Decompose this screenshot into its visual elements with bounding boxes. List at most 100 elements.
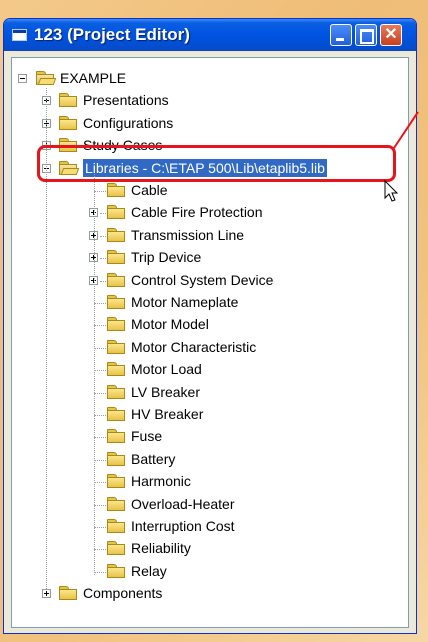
folder-body: [107, 566, 125, 578]
tree-node-label[interactable]: Motor Model: [131, 315, 209, 333]
close-button[interactable]: ✕: [380, 24, 402, 46]
tree-connector: [100, 213, 106, 215]
title-bar[interactable]: 123 (Project Editor) ✕: [4, 19, 416, 51]
tree-connector: [94, 482, 106, 484]
tree-node-label[interactable]: Battery: [131, 450, 175, 468]
folder-body: [107, 186, 125, 197]
folder-body: [107, 320, 125, 332]
tree-node[interactable]: [12, 180, 408, 200]
folder-icon: [59, 586, 78, 601]
folder-icon: [107, 384, 126, 400]
tree-node-label[interactable]: Reliability: [131, 539, 191, 557]
folder-body: [107, 544, 125, 556]
tree-node-label[interactable]: Presentations: [83, 91, 169, 109]
tree-node-label[interactable]: LV Breaker: [131, 383, 200, 401]
folder-body: [59, 96, 77, 108]
highlight-callout-box: [37, 145, 396, 182]
tree-connector: [94, 392, 106, 394]
mouse-cursor-icon: [384, 180, 399, 202]
folder-body: [107, 365, 125, 377]
folder-body: [59, 118, 77, 130]
folder-icon: [107, 563, 126, 579]
tree-node-label[interactable]: Overload-Heater: [131, 495, 235, 513]
tree-node-label[interactable]: Cable: [131, 181, 168, 199]
project-tree[interactable]: EXAMPLE Presentations Configurations Study …: [11, 57, 409, 628]
tree-node-label[interactable]: EXAMPLE: [60, 69, 126, 87]
tree-node-label[interactable]: Motor Nameplate: [131, 293, 238, 311]
tree-node-label[interactable]: Control System Device: [131, 271, 273, 289]
open-folder-icon: [36, 71, 57, 86]
folder-body: [107, 230, 125, 242]
folder-body: [107, 454, 125, 466]
folder-icon: [107, 183, 126, 198]
tree-node[interactable]: [12, 561, 408, 581]
tree-node-label[interactable]: Relay: [131, 562, 167, 580]
folder-body: [107, 522, 125, 533]
tree-node[interactable]: [12, 471, 408, 491]
tree-node-label[interactable]: Configurations: [83, 114, 173, 132]
folder-body: [107, 275, 125, 287]
tree-connector: [94, 549, 106, 551]
folder-icon: [107, 362, 126, 377]
tree-connector: [94, 325, 106, 327]
tree-node-label[interactable]: Motor Characteristic: [131, 338, 256, 356]
folder-body: [107, 387, 125, 399]
tree-node[interactable]: [12, 449, 408, 469]
callout-pointer: [393, 111, 419, 149]
tree-connector: [100, 280, 106, 282]
window-icon: [12, 29, 27, 41]
tree-node-label[interactable]: Components: [83, 584, 162, 602]
folder-body: [107, 432, 125, 444]
tree-node-label[interactable]: Harmonic: [131, 472, 191, 490]
tree-connector: [94, 303, 106, 304]
tree-node[interactable]: [12, 426, 408, 446]
tree-connector: [94, 174, 95, 576]
close-icon: ✕: [384, 26, 398, 43]
maximize-button[interactable]: [355, 24, 377, 46]
window-title: 123 (Project Editor): [34, 25, 190, 44]
folder-icon: [59, 115, 78, 131]
tree-connector: [94, 437, 106, 439]
tree-node-label[interactable]: Motor Load: [131, 360, 202, 378]
folder-icon: [107, 295, 126, 310]
tree-node[interactable]: [12, 359, 408, 379]
folder-icon: [107, 250, 126, 265]
folder-body: [107, 499, 125, 511]
tree-node-label[interactable]: HV Breaker: [131, 405, 203, 423]
tree-connector: [100, 235, 106, 237]
folder-icon: [107, 205, 126, 220]
folder-body: [59, 589, 77, 601]
folder-icon: [107, 541, 126, 556]
expand-plus-icon[interactable]: [42, 589, 51, 599]
tree-node-label[interactable]: Cable Fire Protection: [131, 203, 263, 221]
tree-node[interactable]: [12, 382, 408, 402]
tree-node[interactable]: [12, 247, 408, 267]
folder-icon: [107, 339, 126, 355]
folder-flap: [37, 78, 57, 85]
tree-node-label[interactable]: Interruption Cost: [131, 517, 235, 535]
folder-icon: [107, 272, 126, 288]
project-editor-window: 123 (Project Editor) ✕ EXAMPLE Presentati…: [3, 18, 417, 634]
folder-body: [107, 298, 125, 309]
tree-node-label[interactable]: Transmission Line: [131, 226, 244, 244]
tree-node-label[interactable]: Trip Device: [131, 248, 201, 266]
tree-connector: [94, 415, 106, 416]
minimize-button[interactable]: [330, 24, 352, 46]
folder-body: [107, 410, 125, 421]
folder-body: [107, 253, 125, 265]
tree-node-label[interactable]: Fuse: [131, 427, 162, 445]
folder-icon: [107, 227, 126, 243]
tree-connector: [94, 370, 106, 372]
folder-icon: [107, 519, 126, 534]
folder-icon: [107, 451, 126, 467]
folder-icon: [107, 474, 126, 489]
tree-node[interactable]: [12, 404, 408, 424]
collapse-minus-icon[interactable]: [18, 74, 27, 83]
tree-connector: [94, 347, 106, 349]
folder-icon: [107, 429, 126, 444]
tree-connector: [94, 191, 106, 192]
folder-body: [107, 477, 125, 489]
tree-node[interactable]: [12, 538, 408, 558]
folder-body: [107, 342, 125, 354]
tree-node[interactable]: [12, 314, 408, 334]
